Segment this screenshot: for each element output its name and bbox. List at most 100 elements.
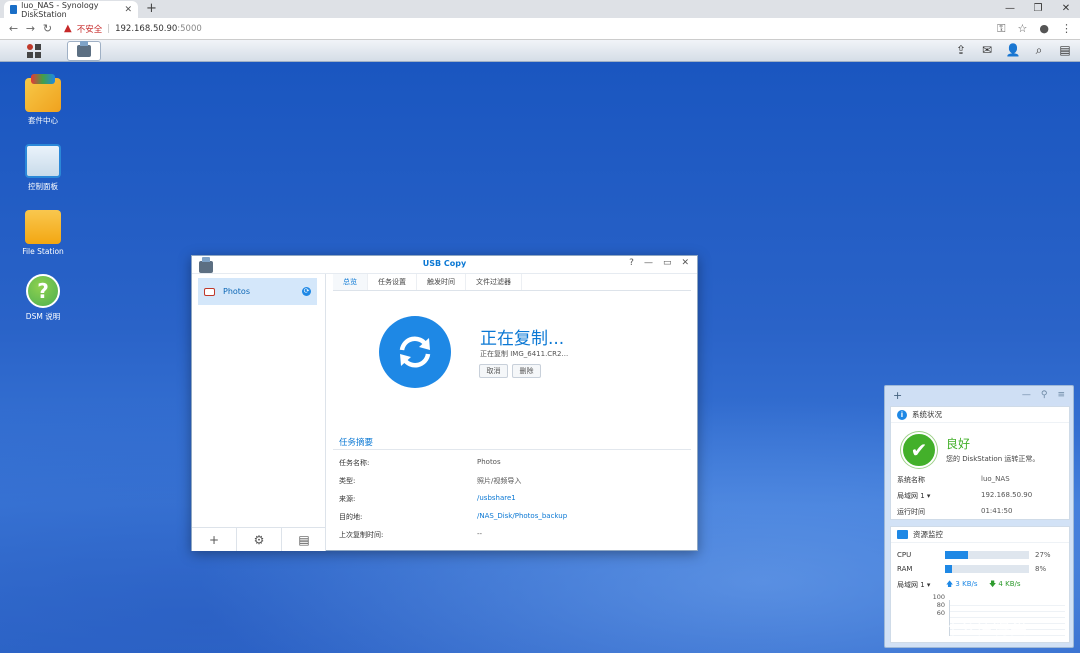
help-icon[interactable]: ? xyxy=(629,258,634,268)
summary-name-value: Photos xyxy=(477,458,501,466)
usb-copy-window: USB Copy ? — ▭ ✕ Photos ⟳ + ⚙ ▤ 总览 任务设置 … xyxy=(191,255,698,551)
watermark-logo-icon: 值 xyxy=(912,614,936,639)
pin-icon[interactable]: ⚲ xyxy=(1041,390,1048,400)
watermark: 值 什么值得买 xyxy=(912,614,1027,639)
system-status-widget: i 系统状况 ✔ 良好 您的 DiskStation 运转正常。 系统名称 lu… xyxy=(890,406,1070,520)
ram-bar-fill xyxy=(945,565,952,573)
detail-tabs: 总览 任务设置 触发时间 文件过滤器 xyxy=(333,274,691,291)
dsm-taskbar: ⇪ ✉ 👤 ⌕ ▤ xyxy=(0,40,1080,62)
summary-source-link[interactable]: /usbshare1 xyxy=(477,494,516,502)
tab-trigger-time[interactable]: 触发时间 xyxy=(417,274,466,290)
search-icon[interactable]: ⌕ xyxy=(1032,42,1046,58)
forward-icon[interactable]: → xyxy=(22,22,39,35)
cpu-label: CPU xyxy=(897,551,912,559)
upload-value: 3 KB/s xyxy=(955,580,978,588)
maximize-icon[interactable]: ▭ xyxy=(663,258,672,268)
folder-icon xyxy=(25,210,61,244)
dsm-help-shortcut[interactable]: ? DSM 说明 xyxy=(8,274,78,322)
widget-header: i 系统状况 xyxy=(891,407,1069,423)
lan-dropdown[interactable]: 局域网 1 ▾ xyxy=(897,491,930,501)
back-icon[interactable]: ← xyxy=(5,22,22,35)
summary-last-value: -- xyxy=(477,530,483,538)
monitor-icon xyxy=(897,530,908,539)
summary-dest-link[interactable]: /NAS_Disk/Photos_backup xyxy=(477,512,567,520)
status-detail: 正在复制 IMG_6411.CR2... xyxy=(480,350,569,358)
user-icon[interactable]: 👤 xyxy=(1006,42,1021,58)
task-list-panel: Photos ⟳ + ⚙ ▤ xyxy=(192,274,326,551)
window-controls: — ❐ ✕ xyxy=(996,0,1080,18)
upload-rate: 🡅 3 KB/s xyxy=(946,580,978,588)
uptime-label: 运行时间 xyxy=(897,508,925,516)
uptime-value: 01:41:50 xyxy=(981,507,1013,515)
tab-title: luo_NAS - Synology DiskStation xyxy=(21,0,99,19)
address-bar: ← → ↻ ▲ 不安全 | 192.168.50.90 :5000 ⚿ ☆ ● … xyxy=(0,18,1080,40)
window-titlebar[interactable]: USB Copy ? — ▭ ✕ xyxy=(192,256,697,274)
url-port: :5000 xyxy=(177,23,202,34)
browser-tab[interactable]: luo_NAS - Synology DiskStation ✕ xyxy=(4,0,138,19)
summary-last-label: 上次复制时间: xyxy=(339,531,384,539)
account-icon[interactable]: ● xyxy=(1039,22,1049,36)
download-value: 4 KB/s xyxy=(998,580,1021,588)
synology-favicon-icon xyxy=(10,5,18,14)
usb-copy-icon xyxy=(77,41,91,57)
control-panel-shortcut[interactable]: 控制面板 xyxy=(8,144,78,192)
add-icon[interactable]: + xyxy=(192,528,237,551)
sysname-label: 系统名称 xyxy=(897,476,925,484)
watermark-text: 什么值得买 xyxy=(942,619,1027,639)
tab-task-settings[interactable]: 任务设置 xyxy=(368,274,417,290)
desktop-icon-label: File Station xyxy=(22,247,64,256)
gear-icon[interactable]: ⚙ xyxy=(237,528,282,551)
menu-icon[interactable]: ⋮ xyxy=(1061,22,1072,36)
summary-type-label: 类型: xyxy=(339,477,356,485)
summary-source-label: 来源: xyxy=(339,495,356,503)
lan-dropdown[interactable]: 局域网 1 ▾ xyxy=(897,580,930,590)
syncing-icon: ⟳ xyxy=(302,287,311,296)
ram-label: RAM xyxy=(897,565,913,573)
key-icon[interactable]: ⚿ xyxy=(997,22,1005,36)
sysname-value: luo_NAS xyxy=(981,475,1010,483)
upload-queue-icon[interactable]: ⇪ xyxy=(954,42,968,58)
reload-icon[interactable]: ↻ xyxy=(39,22,56,35)
window-title: USB Copy xyxy=(422,259,467,268)
omnibox[interactable]: ▲ 不安全 | 192.168.50.90 :5000 xyxy=(64,23,202,35)
delete-button[interactable]: 删除 xyxy=(512,364,541,378)
main-menu-icon xyxy=(27,44,41,58)
new-tab-button[interactable]: + xyxy=(146,1,157,16)
control-panel-icon xyxy=(25,144,61,178)
widget-panel: + — ⚲ ≡ i 系统状况 ✔ 良好 您的 DiskStation 运转正常。… xyxy=(884,385,1074,648)
restore-icon[interactable]: ❐ xyxy=(1024,0,1052,18)
tab-close-icon[interactable]: ✕ xyxy=(124,5,132,15)
tab-overview[interactable]: 总览 xyxy=(333,274,368,290)
tab-file-filter[interactable]: 文件过滤器 xyxy=(466,274,522,290)
close-icon[interactable]: ✕ xyxy=(681,258,689,268)
window-controls: ? — ▭ ✕ xyxy=(629,258,689,268)
cancel-button[interactable]: 取消 xyxy=(479,364,508,378)
log-icon[interactable]: ▤ xyxy=(282,528,326,551)
task-item-photos[interactable]: Photos ⟳ xyxy=(198,278,317,305)
notification-icon[interactable]: ✉ xyxy=(980,42,994,58)
file-station-shortcut[interactable]: File Station xyxy=(8,210,78,256)
add-widget-icon[interactable]: + xyxy=(893,389,902,402)
package-center-shortcut[interactable]: 套件中心 xyxy=(8,74,78,126)
summary-type-value: 照片/视频导入 xyxy=(477,477,522,485)
widget-header: 资源监控 xyxy=(891,527,1069,543)
minimize-icon[interactable]: — xyxy=(1022,390,1031,400)
minimize-icon[interactable]: — xyxy=(644,258,653,268)
task-item-label: Photos xyxy=(223,287,250,296)
summary-divider xyxy=(333,449,691,450)
cpu-bar xyxy=(945,551,1029,559)
widgets-icon[interactable]: ▤ xyxy=(1058,42,1072,58)
browser-actions: ⚿ ☆ ● ⋮ xyxy=(997,22,1072,36)
chart-tick: 100 xyxy=(932,593,945,601)
widget-settings-icon[interactable]: ≡ xyxy=(1057,390,1065,400)
taskbar-tray: ⇪ ✉ 👤 ⌕ ▤ xyxy=(954,42,1072,58)
checkmark-icon: ✔ xyxy=(901,432,937,468)
main-menu-button[interactable] xyxy=(12,41,56,61)
desktop-icon-label: DSM 说明 xyxy=(25,312,61,321)
minimize-icon[interactable]: — xyxy=(996,0,1024,18)
summary-dest-label: 目的地: xyxy=(339,513,363,521)
star-icon[interactable]: ☆ xyxy=(1018,22,1028,36)
close-window-icon[interactable]: ✕ xyxy=(1052,0,1080,18)
desktop-icon-label: 套件中心 xyxy=(28,116,58,125)
taskbar-usb-copy[interactable] xyxy=(67,41,101,61)
